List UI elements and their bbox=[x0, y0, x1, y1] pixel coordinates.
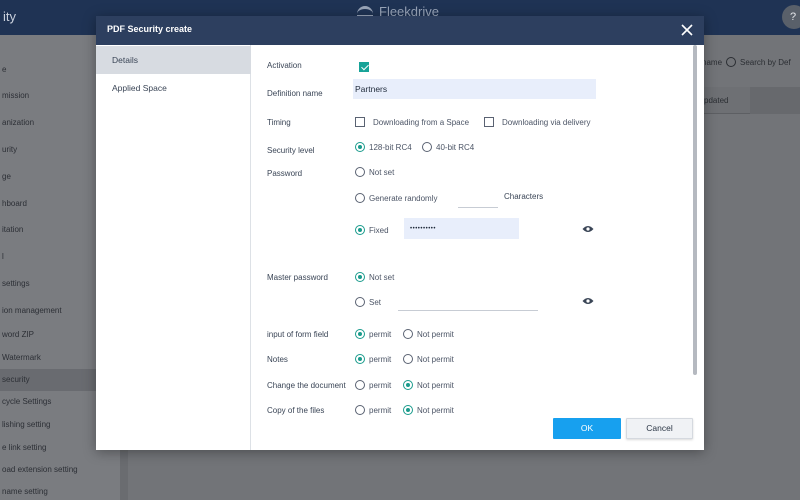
cancel-button[interactable]: Cancel bbox=[626, 418, 693, 439]
definition-name-input[interactable]: Partners bbox=[353, 79, 596, 99]
pdf-security-dialog: PDF Security create Details Applied Spac… bbox=[96, 16, 704, 450]
characters-input[interactable] bbox=[458, 191, 498, 208]
search-radio[interactable] bbox=[726, 57, 737, 67]
activation-field bbox=[359, 62, 377, 72]
password-not-set[interactable]: Not set bbox=[355, 167, 394, 177]
master-set-label: Set bbox=[369, 297, 382, 307]
notes-not-permit-label: Not permit bbox=[417, 354, 454, 364]
password-fixed-label: Fixed bbox=[369, 225, 389, 235]
timing-space-label: Downloading from a Space bbox=[373, 117, 470, 127]
change-document-not-permit[interactable]: Not permit bbox=[403, 380, 454, 390]
timing-delivery-checkbox[interactable] bbox=[484, 117, 494, 127]
copy-files-not-permit-label: Not permit bbox=[417, 405, 454, 415]
master-password-label: Master password bbox=[267, 273, 328, 282]
form-field-label: input of form field bbox=[267, 330, 329, 339]
help-button[interactable]: ? bbox=[782, 5, 800, 29]
password-not-set-radio[interactable] bbox=[355, 167, 365, 177]
close-icon[interactable] bbox=[679, 22, 695, 38]
master-password-input[interactable] bbox=[398, 293, 538, 311]
change-document-permit[interactable]: permit bbox=[355, 380, 391, 390]
notes-label: Notes bbox=[267, 355, 288, 364]
copy-files-not-permit-radio[interactable] bbox=[403, 405, 413, 415]
show-password-icon[interactable] bbox=[582, 225, 594, 233]
app-title: ity bbox=[3, 9, 16, 24]
change-document-label: Change the document bbox=[267, 381, 346, 390]
form-field-not-permit-label: Not permit bbox=[417, 329, 454, 339]
password-fixed-input[interactable]: •••••••••• bbox=[404, 218, 519, 239]
password-fixed[interactable]: Fixed bbox=[355, 225, 389, 235]
dialog-title: PDF Security create bbox=[107, 24, 193, 34]
sidebar-item[interactable]: name setting bbox=[0, 481, 120, 500]
form-field-not-permit[interactable]: Not permit bbox=[403, 329, 454, 339]
master-password-not-set[interactable]: Not set bbox=[355, 272, 394, 282]
change-document-not-permit-label: Not permit bbox=[417, 380, 454, 390]
tab-applied-space[interactable]: Applied Space bbox=[96, 74, 251, 102]
security-level-128[interactable]: 128-bit RC4 bbox=[355, 142, 412, 152]
password-generate-radio[interactable] bbox=[355, 193, 365, 203]
timing-option-delivery[interactable]: Downloading via delivery bbox=[484, 117, 591, 127]
notes-permit-label: permit bbox=[369, 354, 392, 364]
form-field-permit[interactable]: permit bbox=[355, 329, 391, 339]
master-set-radio[interactable] bbox=[355, 297, 365, 307]
notes-not-permit-radio[interactable] bbox=[403, 354, 413, 364]
security-40-radio[interactable] bbox=[422, 142, 432, 152]
security-128-radio[interactable] bbox=[355, 142, 365, 152]
master-not-set-radio[interactable] bbox=[355, 272, 365, 282]
timing-option-space[interactable]: Downloading from a Space bbox=[355, 117, 469, 127]
security-40-label: 40-bit RC4 bbox=[436, 142, 475, 152]
password-label: Password bbox=[267, 169, 303, 178]
search-option-name[interactable]: name bbox=[702, 58, 722, 67]
timing-delivery-label: Downloading via delivery bbox=[502, 117, 591, 127]
column-header-empty bbox=[750, 87, 800, 114]
copy-files-label: Copy of the files bbox=[267, 406, 325, 415]
form-field-permit-radio[interactable] bbox=[355, 329, 365, 339]
definition-name-label: Definition name bbox=[267, 89, 323, 98]
activation-checkbox[interactable] bbox=[359, 62, 369, 72]
change-document-not-permit-radio[interactable] bbox=[403, 380, 413, 390]
timing-space-checkbox[interactable] bbox=[355, 117, 365, 127]
characters-label: Characters bbox=[504, 192, 544, 201]
ok-button[interactable]: OK bbox=[553, 418, 621, 439]
scrollbar-thumb[interactable] bbox=[693, 45, 697, 375]
password-generate-label: Generate randomly bbox=[369, 193, 438, 203]
copy-files-not-permit[interactable]: Not permit bbox=[403, 405, 454, 415]
copy-files-permit-label: permit bbox=[369, 405, 392, 415]
notes-not-permit[interactable]: Not permit bbox=[403, 354, 454, 364]
activation-label: Activation bbox=[267, 61, 302, 70]
search-option-definition[interactable]: Search by Def bbox=[740, 58, 791, 67]
form-field-not-permit-radio[interactable] bbox=[403, 329, 413, 339]
password-generate[interactable]: Generate randomly bbox=[355, 193, 437, 203]
timing-label: Timing bbox=[267, 118, 291, 127]
show-master-password-icon[interactable] bbox=[582, 297, 594, 305]
master-password-set[interactable]: Set bbox=[355, 297, 381, 307]
change-document-permit-radio[interactable] bbox=[355, 380, 365, 390]
security-128-label: 128-bit RC4 bbox=[369, 142, 412, 152]
form-scrollbar[interactable] bbox=[692, 45, 698, 375]
change-document-permit-label: permit bbox=[369, 380, 392, 390]
master-not-set-label: Not set bbox=[369, 272, 395, 282]
notes-permit-radio[interactable] bbox=[355, 354, 365, 364]
dialog-header: PDF Security create bbox=[96, 16, 704, 45]
security-level-label: Security level bbox=[267, 146, 315, 155]
table-header: pdated bbox=[700, 87, 800, 114]
copy-files-permit[interactable]: permit bbox=[355, 405, 391, 415]
sidebar-item[interactable]: oad extension setting bbox=[0, 459, 120, 481]
security-level-40[interactable]: 40-bit RC4 bbox=[422, 142, 474, 152]
column-header-updated[interactable]: pdated bbox=[704, 96, 728, 105]
details-form: Activation Definition name Partners Timi… bbox=[252, 45, 698, 450]
password-not-set-label: Not set bbox=[369, 167, 395, 177]
search-options: name Search by Def bbox=[702, 57, 800, 67]
password-fixed-radio[interactable] bbox=[355, 225, 365, 235]
copy-files-permit-radio[interactable] bbox=[355, 405, 365, 415]
dialog-nav: Details Applied Space bbox=[96, 45, 251, 450]
notes-permit[interactable]: permit bbox=[355, 354, 391, 364]
tab-details[interactable]: Details bbox=[96, 46, 251, 74]
form-field-permit-label: permit bbox=[369, 329, 392, 339]
